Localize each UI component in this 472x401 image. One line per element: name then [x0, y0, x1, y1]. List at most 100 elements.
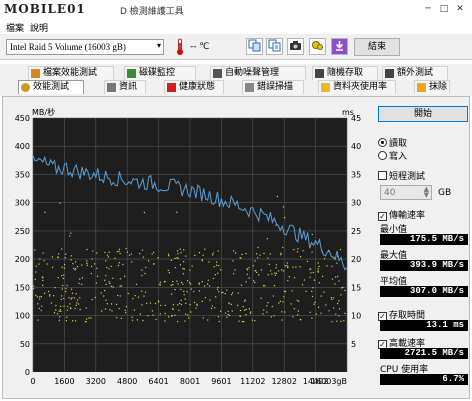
access-time-point: [268, 263, 270, 265]
tab-info[interactable]: 資訊: [104, 80, 146, 94]
tab-extra-tests[interactable]: 額外測試: [382, 66, 448, 80]
access-time-point: [189, 269, 191, 271]
access-time-point: [46, 263, 48, 265]
write-radio[interactable]: [378, 151, 387, 160]
tab-health[interactable]: 健康狀態: [164, 80, 224, 94]
access-time-point: [340, 294, 342, 296]
access-time-point: [281, 311, 283, 313]
access-time-point: [325, 304, 327, 306]
x-tick-label: 9601: [211, 377, 231, 386]
screenshot-button[interactable]: [287, 38, 304, 55]
tab-benchmark[interactable]: 效能測試: [18, 80, 84, 94]
access-time-point: [275, 224, 277, 226]
transfer-rate-checkbox[interactable]: ✓: [378, 212, 387, 221]
access-time-point: [337, 302, 339, 305]
access-time-point: [135, 283, 138, 285]
access-time-point: [127, 292, 129, 295]
y2-axis-title: ms: [342, 108, 354, 117]
read-option[interactable]: 讀取: [378, 136, 407, 149]
access-time-point: [218, 320, 220, 323]
access-time-point: [183, 294, 185, 296]
access-time-point: [154, 302, 157, 305]
access-time-point: [193, 290, 195, 293]
read-radio[interactable]: [378, 138, 387, 147]
save-button[interactable]: [331, 38, 348, 55]
access-time-point: [320, 295, 322, 297]
access-time-point: [66, 316, 68, 318]
start-button[interactable]: 開始: [378, 106, 468, 122]
access-time-point: [183, 268, 185, 270]
access-time-point: [323, 291, 325, 293]
access-time-point: [267, 257, 269, 259]
copy-text-button[interactable]: [266, 38, 283, 55]
short-test-size-input[interactable]: 40 ▲ ▼: [380, 185, 432, 200]
short-test-option[interactable]: 短程測試: [378, 169, 425, 182]
access-time-point: [215, 296, 217, 298]
menu-file[interactable]: 檔案: [6, 21, 24, 34]
access-time-point: [125, 312, 127, 314]
menu-help[interactable]: 說明: [30, 21, 48, 34]
write-option[interactable]: 寫入: [378, 149, 407, 162]
copy-button[interactable]: [246, 38, 263, 55]
tab-file-benchmark[interactable]: 檔案效能測試: [28, 66, 114, 80]
y-axis-title: MB/秒: [32, 107, 55, 117]
access-time-point: [295, 266, 297, 268]
access-time-point: [303, 279, 305, 281]
access-time-point: [59, 202, 61, 204]
access-time-point: [309, 268, 311, 271]
exit-button[interactable]: 結束: [354, 38, 400, 56]
camera-icon: [290, 41, 301, 50]
access-time-point: [190, 288, 192, 290]
access-time-point: [233, 250, 235, 252]
tab-label: 額外測試: [397, 68, 434, 78]
access-time-point: [59, 309, 61, 311]
access-time-point: [220, 310, 222, 312]
access-time-point: [305, 290, 307, 292]
access-time-point: [97, 275, 99, 277]
access-time-point: [122, 263, 124, 266]
access-time-point: [320, 312, 322, 314]
access-time-point: [331, 298, 333, 301]
window-controls: ─ □ ✕: [420, 2, 468, 16]
y-tick-label: 400: [15, 142, 30, 151]
access-time-point: [190, 283, 192, 285]
y-tick-label: 150: [15, 283, 30, 292]
access-time-point: [245, 308, 247, 310]
tab-erase[interactable]: 抹除: [414, 80, 450, 94]
access-time-point: [183, 290, 185, 292]
tab-error-scan[interactable]: 錯誤掃描: [242, 80, 304, 94]
access-time-point: [134, 295, 136, 297]
access-time-point: [118, 250, 120, 252]
tab-random-access[interactable]: 隨機存取: [312, 66, 378, 80]
access-time-point: [63, 305, 65, 307]
access-time-point: [112, 286, 114, 288]
access-time-point: [244, 299, 246, 301]
y-tick-label: 300: [15, 199, 30, 208]
access-time-point: [75, 320, 77, 322]
transfer-rate-option[interactable]: ✓ 傳輸速率: [378, 208, 425, 221]
short-test-checkbox[interactable]: [378, 171, 387, 180]
access-time-point: [276, 195, 278, 198]
spinner-arrows-icon[interactable]: ▲ ▼: [424, 186, 429, 199]
access-time-point: [58, 319, 60, 321]
access-time-point: [92, 250, 94, 252]
access-time-point: [227, 310, 229, 312]
close-button[interactable]: ✕: [452, 2, 468, 16]
access-time-point: [33, 288, 35, 290]
access-time-point: [40, 296, 42, 298]
access-time-point: [238, 320, 240, 322]
minimize-button[interactable]: ─: [420, 2, 436, 16]
options-button[interactable]: [309, 38, 326, 55]
access-time-point: [91, 298, 93, 301]
tab-aam[interactable]: 自動噪聲管理: [210, 66, 306, 80]
access-time-point: [231, 294, 233, 296]
maximize-button[interactable]: □: [436, 2, 452, 16]
x-tick-label: 3200: [86, 377, 106, 386]
access-time-point: [256, 253, 258, 255]
access-time-point: [296, 251, 299, 253]
tab-disk-monitor[interactable]: 磁碟監控: [124, 66, 196, 80]
access-time-point: [124, 309, 126, 311]
drive-select[interactable]: Intel Raid 5 Volume (16003 gB) ▾: [6, 39, 164, 55]
tab-folder-usage[interactable]: 資料夾使用率: [318, 80, 396, 94]
access-time-point: [184, 298, 186, 300]
